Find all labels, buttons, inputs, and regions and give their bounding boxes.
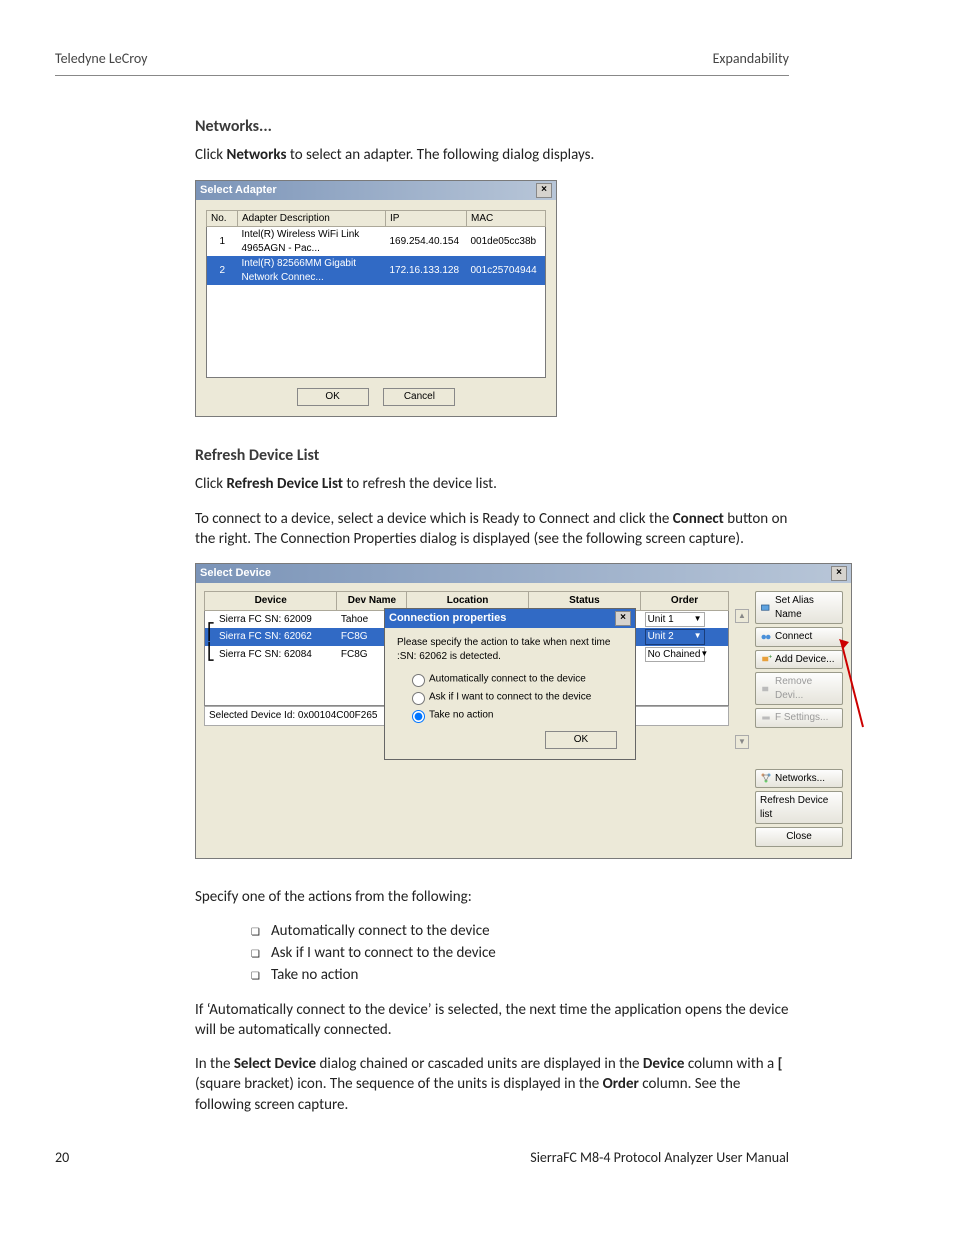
page-header: Teledyne LeCroy Expandability (55, 50, 789, 76)
specify-para: Specify one of the actions from the foll… (195, 887, 789, 907)
select-adapter-dialog: Select Adapter × No. Adapter Description… (195, 180, 557, 417)
close-icon[interactable]: × (831, 566, 847, 581)
bullet-auto: Automatically connect to the device (251, 921, 789, 941)
add-device-button[interactable]: + Add Device... (755, 650, 843, 670)
page-footer: 20 SierraFC M8-4 Protocol Analyzer User … (55, 1149, 789, 1168)
svg-text:+: + (768, 654, 772, 661)
remove-device-button[interactable]: Remove Devi... (755, 672, 843, 705)
close-button[interactable]: Close (755, 827, 843, 847)
select-device-title: Select Device (200, 566, 271, 581)
bullet-none: Take no action (251, 965, 789, 985)
order-dropdown[interactable]: No Chained▼ (645, 647, 705, 663)
conn-props-title: Connection properties (389, 611, 506, 626)
remove-icon (760, 683, 772, 695)
col-mac[interactable]: MAC (467, 210, 546, 227)
scroll-up-icon[interactable]: ▲ (735, 609, 749, 623)
set-alias-button[interactable]: Set Alias Name (755, 591, 843, 624)
header-left: Teledyne LeCroy (55, 50, 148, 69)
connect-icon (760, 631, 772, 643)
header-right: Expandability (713, 50, 789, 69)
scroll-down-icon[interactable]: ▼ (735, 735, 749, 749)
add-icon: + (760, 653, 772, 665)
auto-para: If ‘Automatically connect to the device’… (195, 1000, 789, 1041)
settings-icon (760, 712, 772, 724)
networks-para: Click Networks to select an adapter. The… (195, 145, 789, 165)
networks-heading: Networks... (195, 116, 789, 138)
tag-icon (760, 602, 772, 614)
col-order[interactable]: Order (641, 592, 729, 611)
cancel-button[interactable]: Cancel (383, 388, 455, 406)
select-adapter-title: Select Adapter (200, 183, 277, 198)
side-button-column: Set Alias Name Connect + Add Device... R… (755, 591, 843, 850)
red-arrow-annotation (839, 639, 865, 729)
networks-button[interactable]: Networks... (755, 769, 843, 789)
bracket-para: In the Select Device dialog chained or c… (195, 1054, 789, 1115)
bullet-ask: Ask if I want to connect to the device (251, 943, 789, 963)
radio-ask-connect[interactable]: Ask if I want to connect to the device (407, 689, 623, 705)
col-ip[interactable]: IP (386, 210, 467, 227)
ok-button[interactable]: OK (545, 731, 617, 749)
ok-button[interactable]: OK (297, 388, 369, 406)
radio-take-no-action[interactable]: Take no action (407, 707, 623, 723)
f-settings-button[interactable]: F Settings... (755, 708, 843, 728)
adapter-table: No. Adapter Description IP MAC 1 Intel(R… (206, 210, 546, 379)
footer-title: SierraFC M8-4 Protocol Analyzer User Man… (530, 1149, 789, 1168)
refresh-p1: Click Refresh Device List to refresh the… (195, 474, 789, 494)
page-number: 20 (55, 1149, 69, 1168)
close-icon[interactable]: × (615, 611, 631, 626)
col-desc[interactable]: Adapter Description (238, 210, 386, 227)
col-no[interactable]: No. (207, 210, 238, 227)
connection-properties-dialog: Connection properties × Please specify t… (384, 608, 636, 760)
refresh-p2: To connect to a device, select a device … (195, 509, 789, 550)
refresh-heading: Refresh Device List (195, 445, 789, 467)
network-icon (760, 772, 772, 784)
adapter-row[interactable]: 1 Intel(R) Wireless WiFi Link 4965AGN - … (207, 227, 546, 257)
connect-button[interactable]: Connect (755, 627, 843, 647)
refresh-device-list-button[interactable]: Refresh Device list (755, 791, 843, 824)
select-adapter-titlebar: Select Adapter × (196, 181, 556, 200)
select-device-dialog: Select Device × Device Dev Name Location… (195, 563, 852, 859)
select-device-titlebar: Select Device × (196, 564, 851, 583)
col-device[interactable]: Device (205, 592, 337, 611)
order-dropdown[interactable]: Unit 1▼ (645, 612, 705, 628)
order-dropdown[interactable]: Unit 2▼ (645, 629, 705, 645)
close-icon[interactable]: × (536, 183, 552, 198)
conn-props-msg: Please specify the action to take when n… (397, 636, 623, 663)
radio-auto-connect[interactable]: Automatically connect to the device (407, 671, 623, 687)
action-bullets: Automatically connect to the device Ask … (195, 921, 789, 986)
adapter-row-selected[interactable]: 2 Intel(R) 82566MM Gigabit Network Conne… (207, 256, 546, 285)
